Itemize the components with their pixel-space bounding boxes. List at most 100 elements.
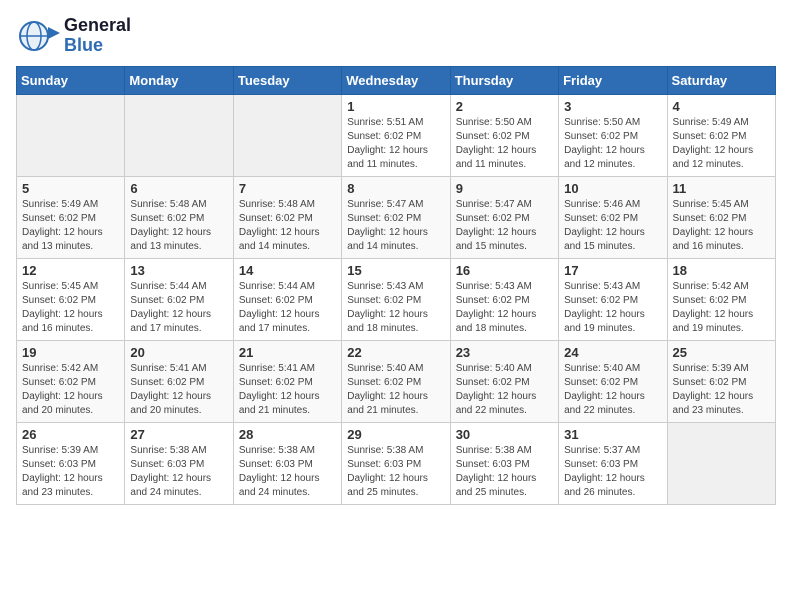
day-info: Sunrise: 5:43 AM Sunset: 6:02 PM Dayligh… xyxy=(347,280,444,336)
day-info: Sunrise: 5:49 AM Sunset: 6:02 PM Dayligh… xyxy=(22,198,119,254)
day-info: Sunrise: 5:50 AM Sunset: 6:02 PM Dayligh… xyxy=(456,116,553,172)
day-header-sunday: Sunday xyxy=(17,66,125,94)
calendar-cell: 25 Sunrise: 5:39 AM Sunset: 6:02 PM Dayli… xyxy=(667,340,775,422)
calendar-cell: 12Sunrise: 5:45 AM Sunset: 6:02 PM Dayli… xyxy=(17,258,125,340)
day-header-friday: Friday xyxy=(559,66,667,94)
day-number: 31 xyxy=(564,427,661,442)
day-number: 22 xyxy=(347,345,444,360)
day-info: Sunrise: 5:40 AM Sunset: 6:02 PM Dayligh… xyxy=(347,362,444,418)
calendar-cell: 14 Sunrise: 5:44 AM Sunset: 6:02 PM Dayli… xyxy=(233,258,341,340)
calendar-cell: 24 Sunrise: 5:40 AM Sunset: 6:02 PM Dayli… xyxy=(559,340,667,422)
day-info: Sunrise: 5:44 AM Sunset: 6:02 PM Dayligh… xyxy=(239,280,336,336)
day-header-wednesday: Wednesday xyxy=(342,66,450,94)
day-info: Sunrise: 5:43 AM Sunset: 6:02 PM Dayligh… xyxy=(456,280,553,336)
day-info: Sunrise: 5:39 AM Sunset: 6:03 PM Dayligh… xyxy=(22,444,119,500)
day-header-monday: Monday xyxy=(125,66,233,94)
calendar-cell: 16 Sunrise: 5:43 AM Sunset: 6:02 PM Dayli… xyxy=(450,258,558,340)
day-number: 12 xyxy=(22,263,119,278)
day-info: Sunrise: 5:38 AM Sunset: 6:03 PM Dayligh… xyxy=(456,444,553,500)
calendar-cell: 2 Sunrise: 5:50 AM Sunset: 6:02 PM Daylig… xyxy=(450,94,558,176)
day-info: Sunrise: 5:38 AM Sunset: 6:03 PM Dayligh… xyxy=(347,444,444,500)
day-number: 20 xyxy=(130,345,227,360)
calendar-cell xyxy=(17,94,125,176)
calendar-cell: 20 Sunrise: 5:41 AM Sunset: 6:02 PM Dayli… xyxy=(125,340,233,422)
day-number: 26 xyxy=(22,427,119,442)
calendar-cell xyxy=(667,422,775,504)
day-number: 28 xyxy=(239,427,336,442)
calendar-cell: 8Sunrise: 5:47 AM Sunset: 6:02 PM Daylig… xyxy=(342,176,450,258)
day-info: Sunrise: 5:47 AM Sunset: 6:02 PM Dayligh… xyxy=(456,198,553,254)
day-number: 13 xyxy=(130,263,227,278)
day-number: 24 xyxy=(564,345,661,360)
day-info: Sunrise: 5:39 AM Sunset: 6:02 PM Dayligh… xyxy=(673,362,770,418)
calendar-cell xyxy=(125,94,233,176)
calendar-cell: 13 Sunrise: 5:44 AM Sunset: 6:02 PM Dayli… xyxy=(125,258,233,340)
day-info: Sunrise: 5:42 AM Sunset: 6:02 PM Dayligh… xyxy=(22,362,119,418)
calendar-cell: 21 Sunrise: 5:41 AM Sunset: 6:02 PM Dayli… xyxy=(233,340,341,422)
day-number: 3 xyxy=(564,99,661,114)
calendar-cell: 9 Sunrise: 5:47 AM Sunset: 6:02 PM Daylig… xyxy=(450,176,558,258)
day-number: 25 xyxy=(673,345,770,360)
calendar-cell: 5 Sunrise: 5:49 AM Sunset: 6:02 PM Daylig… xyxy=(17,176,125,258)
calendar-cell: 7Sunrise: 5:48 AM Sunset: 6:02 PM Daylig… xyxy=(233,176,341,258)
day-info: Sunrise: 5:48 AM Sunset: 6:02 PM Dayligh… xyxy=(130,198,227,254)
calendar-cell: 23 Sunrise: 5:40 AM Sunset: 6:02 PM Dayli… xyxy=(450,340,558,422)
calendar-cell: 29 Sunrise: 5:38 AM Sunset: 6:03 PM Dayli… xyxy=(342,422,450,504)
logo: GeneralBlue xyxy=(16,16,131,56)
calendar-cell xyxy=(233,94,341,176)
day-info: Sunrise: 5:38 AM Sunset: 6:03 PM Dayligh… xyxy=(130,444,227,500)
calendar-table: SundayMondayTuesdayWednesdayThursdayFrid… xyxy=(16,66,776,505)
logo-general: General xyxy=(64,16,131,36)
day-info: Sunrise: 5:41 AM Sunset: 6:02 PM Dayligh… xyxy=(239,362,336,418)
day-header-thursday: Thursday xyxy=(450,66,558,94)
day-info: Sunrise: 5:41 AM Sunset: 6:02 PM Dayligh… xyxy=(130,362,227,418)
day-number: 14 xyxy=(239,263,336,278)
day-info: Sunrise: 5:49 AM Sunset: 6:02 PM Dayligh… xyxy=(673,116,770,172)
calendar-cell: 15 Sunrise: 5:43 AM Sunset: 6:02 PM Dayli… xyxy=(342,258,450,340)
day-number: 17 xyxy=(564,263,661,278)
day-header-saturday: Saturday xyxy=(667,66,775,94)
calendar-cell: 19 Sunrise: 5:42 AM Sunset: 6:02 PM Dayli… xyxy=(17,340,125,422)
day-number: 16 xyxy=(456,263,553,278)
day-number: 5 xyxy=(22,181,119,196)
day-info: Sunrise: 5:43 AM Sunset: 6:02 PM Dayligh… xyxy=(564,280,661,336)
day-number: 4 xyxy=(673,99,770,114)
day-info: Sunrise: 5:42 AM Sunset: 6:02 PM Dayligh… xyxy=(673,280,770,336)
day-info: Sunrise: 5:48 AM Sunset: 6:02 PM Dayligh… xyxy=(239,198,336,254)
day-number: 29 xyxy=(347,427,444,442)
day-number: 18 xyxy=(673,263,770,278)
calendar-cell: 6 Sunrise: 5:48 AM Sunset: 6:02 PM Daylig… xyxy=(125,176,233,258)
calendar-cell: 22 Sunrise: 5:40 AM Sunset: 6:02 PM Dayli… xyxy=(342,340,450,422)
calendar-cell: 1Sunrise: 5:51 AM Sunset: 6:02 PM Daylig… xyxy=(342,94,450,176)
day-info: Sunrise: 5:40 AM Sunset: 6:02 PM Dayligh… xyxy=(564,362,661,418)
calendar-cell: 27 Sunrise: 5:38 AM Sunset: 6:03 PM Dayli… xyxy=(125,422,233,504)
day-info: Sunrise: 5:38 AM Sunset: 6:03 PM Dayligh… xyxy=(239,444,336,500)
day-number: 9 xyxy=(456,181,553,196)
day-number: 6 xyxy=(130,181,227,196)
calendar-cell: 11Sunrise: 5:45 AM Sunset: 6:02 PM Dayli… xyxy=(667,176,775,258)
calendar-cell: 28 Sunrise: 5:38 AM Sunset: 6:03 PM Dayli… xyxy=(233,422,341,504)
day-info: Sunrise: 5:46 AM Sunset: 6:02 PM Dayligh… xyxy=(564,198,661,254)
day-number: 10 xyxy=(564,181,661,196)
day-header-tuesday: Tuesday xyxy=(233,66,341,94)
day-number: 27 xyxy=(130,427,227,442)
day-info: Sunrise: 5:50 AM Sunset: 6:02 PM Dayligh… xyxy=(564,116,661,172)
day-info: Sunrise: 5:44 AM Sunset: 6:02 PM Dayligh… xyxy=(130,280,227,336)
calendar-cell: 10 Sunrise: 5:46 AM Sunset: 6:02 PM Dayli… xyxy=(559,176,667,258)
calendar-cell: 17 Sunrise: 5:43 AM Sunset: 6:02 PM Dayli… xyxy=(559,258,667,340)
day-number: 15 xyxy=(347,263,444,278)
logo-blue: Blue xyxy=(64,36,131,56)
day-info: Sunrise: 5:45 AM Sunset: 6:02 PM Dayligh… xyxy=(673,198,770,254)
day-number: 2 xyxy=(456,99,553,114)
calendar-cell: 18 Sunrise: 5:42 AM Sunset: 6:02 PM Dayli… xyxy=(667,258,775,340)
day-number: 21 xyxy=(239,345,336,360)
day-number: 1 xyxy=(347,99,444,114)
day-number: 19 xyxy=(22,345,119,360)
day-info: Sunrise: 5:40 AM Sunset: 6:02 PM Dayligh… xyxy=(456,362,553,418)
day-number: 8 xyxy=(347,181,444,196)
calendar-cell: 4 Sunrise: 5:49 AM Sunset: 6:02 PM Daylig… xyxy=(667,94,775,176)
calendar-cell: 30Sunrise: 5:38 AM Sunset: 6:03 PM Dayli… xyxy=(450,422,558,504)
logo-svg xyxy=(16,17,60,55)
page-header: GeneralBlue xyxy=(16,16,776,56)
day-number: 23 xyxy=(456,345,553,360)
